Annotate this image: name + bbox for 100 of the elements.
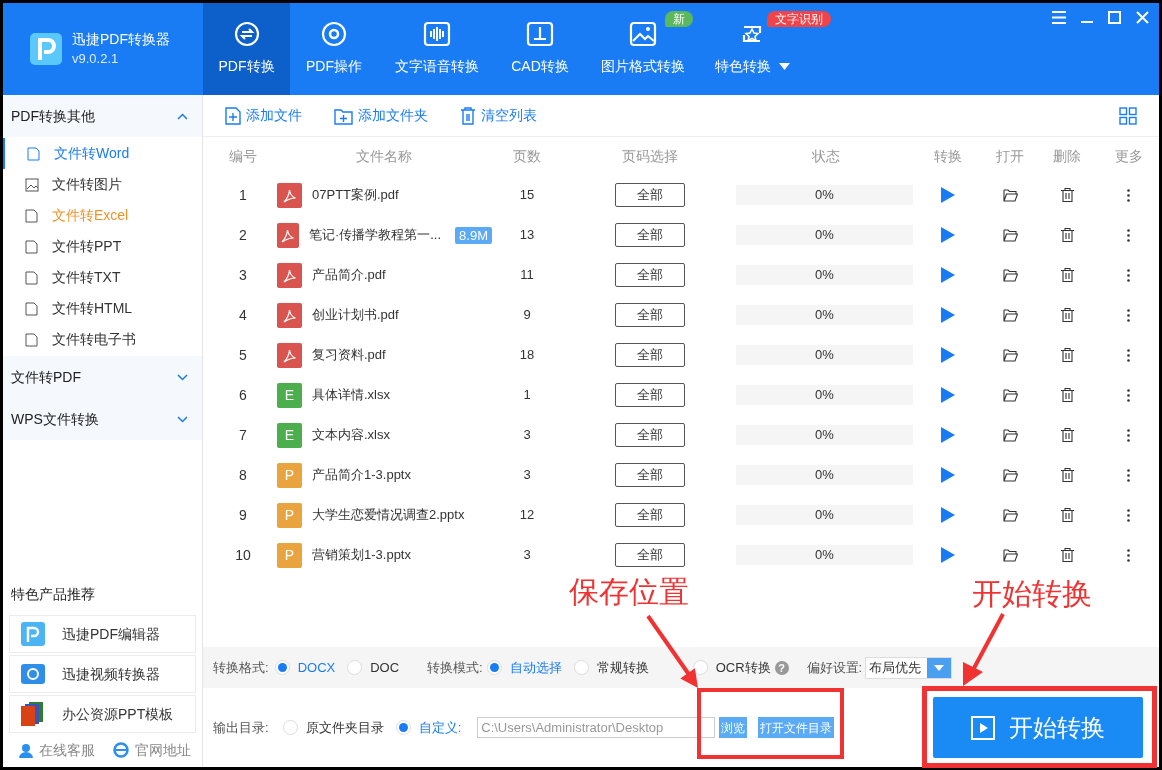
toolbar-button[interactable]: 添加文件 — [225, 105, 302, 126]
more-button[interactable] — [1127, 188, 1130, 202]
page-range-button[interactable]: 全部 — [615, 223, 685, 247]
radio-button[interactable] — [282, 720, 298, 735]
more-button[interactable] — [1127, 508, 1130, 522]
open-folder-button[interactable] — [1002, 388, 1018, 402]
page-range-button[interactable]: 全部 — [615, 263, 685, 287]
dropdown[interactable]: 布局优先 — [865, 656, 953, 679]
column-header: 编号 — [229, 146, 257, 166]
open-folder-button[interactable] — [1002, 348, 1018, 362]
delete-button[interactable] — [1060, 428, 1074, 442]
radio-option[interactable]: 自动选择 — [486, 657, 562, 678]
footer-link[interactable]: 官网地址 — [113, 739, 191, 761]
play-button[interactable] — [941, 307, 955, 323]
more-icon — [1127, 348, 1130, 362]
page-range-button[interactable]: 全部 — [615, 503, 685, 527]
page-range-button[interactable]: 全部 — [615, 423, 685, 447]
page-range-button[interactable]: 全部 — [615, 383, 685, 407]
play-button[interactable] — [941, 267, 955, 283]
delete-button[interactable] — [1060, 508, 1074, 522]
folder-icon — [1002, 348, 1018, 362]
nav-tab[interactable]: 文字语音转换 — [378, 3, 496, 95]
radio-button[interactable] — [573, 660, 589, 675]
delete-button[interactable] — [1060, 548, 1074, 562]
more-button[interactable] — [1127, 548, 1130, 562]
more-button[interactable] — [1127, 388, 1130, 402]
page-range-button[interactable]: 全部 — [615, 343, 685, 367]
caret-icon — [934, 664, 945, 671]
radio-button[interactable] — [486, 660, 502, 675]
open-folder-button[interactable] — [1002, 188, 1018, 202]
more-icon — [1127, 508, 1130, 522]
sidebar-section[interactable]: 文件转PDF — [3, 356, 202, 398]
start-button[interactable]: 开始转换 — [933, 697, 1143, 758]
delete-button[interactable] — [1060, 268, 1074, 282]
more-button[interactable] — [1127, 468, 1130, 482]
page-range-button[interactable]: 全部 — [615, 303, 685, 327]
product-link[interactable]: 迅捷视频转换器 — [9, 655, 196, 693]
radio-label: 自定义: — [418, 718, 462, 737]
radio-option[interactable]: 常规转换 — [573, 657, 649, 678]
open-folder-button[interactable] — [1002, 228, 1018, 242]
open-folder-button[interactable] — [1002, 508, 1018, 522]
sidebar-section[interactable]: PDF转换其他 — [3, 95, 202, 137]
radio-option[interactable]: DOCX — [274, 657, 336, 678]
toolbar-button[interactable]: 添加文件夹 — [334, 105, 428, 126]
open-folder-button[interactable] — [1002, 308, 1018, 322]
play-button[interactable] — [941, 187, 955, 203]
play-button[interactable] — [941, 387, 955, 403]
radio-button[interactable] — [347, 660, 363, 675]
delete-button[interactable] — [1060, 388, 1074, 402]
play-button[interactable] — [941, 547, 955, 563]
nav-tab[interactable]: CAD转换 — [496, 3, 584, 95]
more-button[interactable] — [1127, 268, 1130, 282]
open-folder-button[interactable] — [1002, 468, 1018, 482]
page-range-button[interactable]: 全部 — [615, 183, 685, 207]
product-link[interactable]: 办公资源PPT模板 — [9, 695, 196, 733]
open-folder-button[interactable] — [1002, 428, 1018, 442]
more-button[interactable] — [1127, 348, 1130, 362]
field-label: 偏好设置: — [806, 658, 863, 677]
more-button[interactable] — [1127, 308, 1130, 322]
radio-button[interactable] — [395, 720, 411, 735]
page-range-button[interactable]: 全部 — [615, 463, 685, 487]
slides-file-icon: P — [277, 502, 302, 528]
trash-icon — [1060, 308, 1074, 322]
play-button[interactable] — [941, 427, 955, 443]
play-button[interactable] — [941, 467, 955, 483]
page-range-button[interactable]: 全部 — [615, 543, 685, 567]
more-button[interactable] — [1127, 228, 1130, 242]
delete-button[interactable] — [1060, 188, 1074, 202]
radio-option[interactable]: 原文件夹目录 — [282, 717, 384, 738]
progress-text: 0% — [815, 186, 834, 205]
open-folder-button[interactable] — [1002, 268, 1018, 282]
delete-button[interactable] — [1060, 228, 1074, 242]
sidebar-item[interactable]: 文件转电子书 — [3, 324, 202, 355]
sidebar-item[interactable]: 文件转PPT — [3, 231, 202, 262]
delete-button[interactable] — [1060, 308, 1074, 322]
sidebar-item[interactable]: 文件转图片 — [3, 169, 202, 200]
file-name: 文本内容.xlsx — [312, 426, 390, 445]
product-link[interactable]: 迅捷PDF编辑器 — [9, 615, 196, 653]
close-icon — [1136, 11, 1149, 24]
toolbar-button[interactable]: 清空列表 — [460, 105, 537, 126]
sidebar-section[interactable]: WPS文件转换 — [3, 398, 202, 440]
play-button[interactable] — [941, 227, 955, 243]
sidebar-item[interactable]: 文件转HTML — [3, 293, 202, 324]
delete-button[interactable] — [1060, 468, 1074, 482]
radio-option[interactable]: 自定义: — [395, 717, 462, 738]
nav-tab[interactable]: PDF转换 — [203, 3, 290, 95]
play-button[interactable] — [941, 347, 955, 363]
radio-label: DOCX — [297, 658, 336, 677]
more-button[interactable] — [1127, 428, 1130, 442]
radio-option[interactable]: DOC — [347, 657, 400, 678]
delete-button[interactable] — [1060, 348, 1074, 362]
radio-button[interactable] — [274, 660, 290, 675]
play-button[interactable] — [941, 507, 955, 523]
sidebar-item[interactable]: 文件转Word — [3, 138, 202, 169]
file-name: 复习资料.pdf — [312, 346, 386, 365]
progress-text: 0% — [815, 426, 834, 445]
open-folder-button[interactable] — [1002, 548, 1018, 562]
sidebar-item[interactable]: 文件转TXT — [3, 262, 202, 293]
footer-link[interactable]: 在线客服 — [19, 739, 95, 761]
nav-tab[interactable]: PDF操作 — [290, 3, 378, 95]
